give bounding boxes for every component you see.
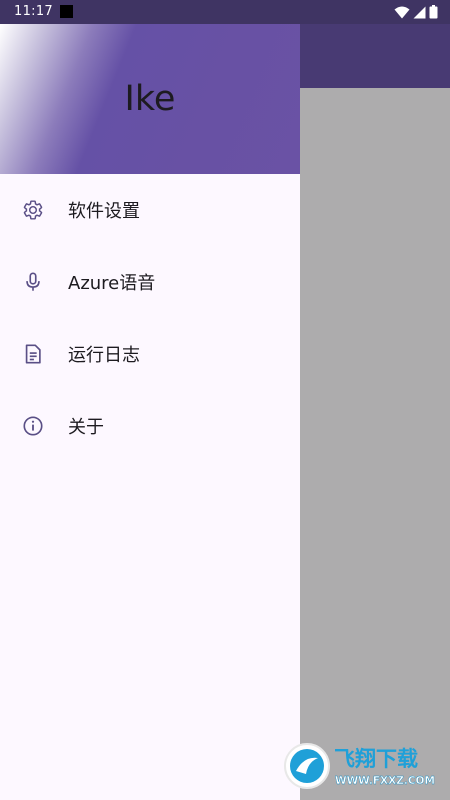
status-time: 11:17: [14, 4, 53, 19]
info-icon: [22, 415, 44, 437]
battery-icon: [429, 5, 438, 19]
watermark-brand: 飞翔下载: [334, 747, 418, 771]
gear-icon: [22, 199, 44, 221]
document-icon: [22, 343, 44, 365]
menu-label-about: 关于: [68, 417, 104, 438]
menu-label-azure-voice: Azure语音: [68, 273, 156, 294]
menu-item-run-log[interactable]: 运行日志: [0, 318, 300, 390]
drawer-title: Ike: [124, 79, 176, 119]
menu-item-azure-voice[interactable]: Azure语音: [0, 246, 300, 318]
screen: 11:17 Ike 软件设置 Azure语音 运行日志 关于 飞翔下载 WWW.…: [0, 0, 450, 800]
status-icons: [394, 4, 438, 20]
menu-label-settings: 软件设置: [68, 201, 140, 222]
signal-icon: [413, 6, 426, 19]
wifi-icon: [394, 6, 410, 19]
navigation-drawer: Ike 软件设置 Azure语音 运行日志 关于: [0, 24, 300, 800]
watermark: 飞翔下载 WWW.FXXZ.COM: [282, 740, 442, 792]
menu-item-settings[interactable]: 软件设置: [0, 174, 300, 246]
menu-item-about[interactable]: 关于: [0, 390, 300, 462]
microphone-icon: [22, 271, 44, 293]
drawer-menu: 软件设置 Azure语音 运行日志 关于: [0, 174, 300, 462]
watermark-url: WWW.FXXZ.COM: [335, 775, 435, 787]
drawer-header: Ike: [0, 24, 300, 174]
menu-label-run-log: 运行日志: [68, 345, 140, 366]
notification-icon: [60, 5, 73, 18]
status-bar: 11:17: [0, 0, 450, 24]
